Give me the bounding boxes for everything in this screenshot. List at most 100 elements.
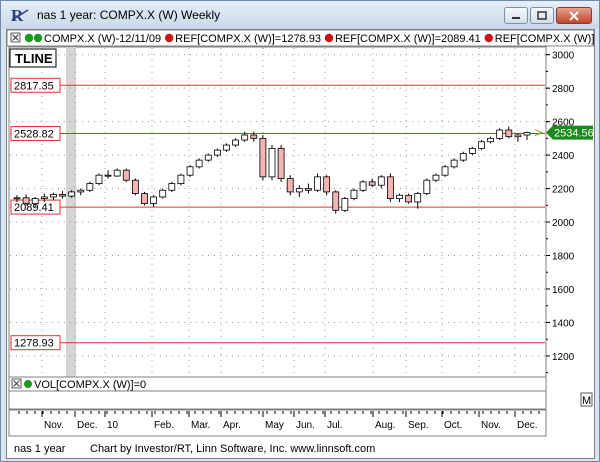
candle-body xyxy=(213,149,221,156)
x-tick-label: Mar. xyxy=(191,420,210,431)
candle-body xyxy=(305,188,312,191)
candle-body xyxy=(432,174,440,181)
price-chart[interactable]: COMPX.X (W)-12/11/09 REF[COMPX.X (W)]=127… xyxy=(7,30,594,458)
candle-body xyxy=(40,196,48,200)
candle-body xyxy=(150,196,158,205)
candle-body xyxy=(459,153,467,161)
selection-band xyxy=(66,47,76,412)
candle-body xyxy=(186,166,194,176)
volume-series-dot xyxy=(24,380,32,388)
y-tick-label: 1400 xyxy=(552,318,575,329)
candle-body xyxy=(377,176,385,186)
candle-body xyxy=(131,179,139,194)
candle-body xyxy=(159,189,167,198)
candle-body xyxy=(31,198,39,205)
y-tick-label: 1200 xyxy=(552,352,575,363)
y-tick-label: 2200 xyxy=(552,185,575,196)
candle-body xyxy=(441,166,449,176)
candle-body xyxy=(168,183,176,191)
volume-close-icon[interactable] xyxy=(11,378,22,389)
footer-credit: Chart by Investor/RT, Linn Software, Inc… xyxy=(90,443,376,455)
window-title: nas 1 year: COMPX.X (W) Weekly xyxy=(37,8,221,22)
y-tick-label: 2800 xyxy=(552,84,575,95)
candle-body xyxy=(77,189,85,193)
candle-body xyxy=(241,134,249,141)
legend-item-2: REF[COMPX.X (W)]=2089.41 xyxy=(335,33,481,45)
legend-item-0: COMPX.X (W)-12/11/09 xyxy=(44,33,161,45)
candle-body xyxy=(50,194,57,198)
candle-body xyxy=(223,144,230,151)
y-tick-label: 3000 xyxy=(552,51,575,62)
status-footer: nas 1 year Chart by Investor/RT, Linn So… xyxy=(10,441,590,459)
candle-body xyxy=(405,194,413,203)
candle-body xyxy=(141,193,148,205)
ref-label-0: 2817.35 xyxy=(14,80,54,92)
minimize-icon xyxy=(512,16,520,19)
legend-dot-1 xyxy=(164,33,174,43)
maximize-button[interactable] xyxy=(530,7,554,24)
x-tick-label: Apr. xyxy=(223,420,241,431)
y-tick-label: 2400 xyxy=(552,151,575,162)
legend-dot-3 xyxy=(484,33,493,43)
x-tick-label: Aug. xyxy=(375,420,396,431)
tline-button[interactable]: TLINE xyxy=(15,51,53,66)
candle-body xyxy=(396,194,403,200)
x-tick-label: May xyxy=(265,420,284,431)
candle-body xyxy=(332,191,340,211)
legend-item-1: REF[COMPX.X (W)]=1278.93 xyxy=(175,33,321,45)
candle-body xyxy=(295,188,303,193)
candle-body xyxy=(259,137,267,178)
candle-body xyxy=(341,198,349,211)
x-tick-label: Jul. xyxy=(327,420,343,431)
legend-dot-2 xyxy=(324,33,334,43)
candle-body xyxy=(450,159,458,168)
legend-dot-0b xyxy=(33,33,43,43)
x-tick-label: Jun. xyxy=(296,420,315,431)
candle-body xyxy=(423,179,431,194)
candle-body xyxy=(232,139,239,146)
plot-area xyxy=(8,46,547,378)
candle-body xyxy=(59,194,66,197)
title-bar[interactable]: R nas 1 year: COMPX.X (W) Weekly xyxy=(1,1,599,29)
candle-body xyxy=(68,191,76,197)
x-tick-label: Oct. xyxy=(444,420,462,431)
candle-body xyxy=(113,169,121,177)
candle-body xyxy=(177,174,185,184)
candle-body xyxy=(505,129,513,138)
candle-body xyxy=(359,181,367,191)
last-price-label: 2534.56 xyxy=(554,128,594,140)
svg-text:R: R xyxy=(11,6,24,24)
ref-label-3: 1278.93 xyxy=(14,338,54,350)
candle-body xyxy=(323,176,331,193)
close-button[interactable] xyxy=(556,7,592,24)
candle-body xyxy=(195,159,203,168)
candle-body xyxy=(350,189,358,200)
chart-window: R nas 1 year: COMPX.X (W) Weekly COMPX.X… xyxy=(0,0,600,462)
legend-item-3: REF[COMPX.X (W)]=2528.82 xyxy=(495,33,594,45)
x-tick-label: Feb. xyxy=(154,420,174,431)
chart-client-area: COMPX.X (W)-12/11/09 REF[COMPX.X (W)]=127… xyxy=(6,29,595,459)
candle-body xyxy=(286,178,294,193)
candle-body xyxy=(268,148,276,178)
candle-body xyxy=(386,176,394,200)
candle-body xyxy=(368,181,376,186)
candle-body xyxy=(22,197,30,205)
close-icon xyxy=(569,10,579,21)
candle-body xyxy=(104,174,112,177)
minimize-button[interactable] xyxy=(504,7,528,24)
candle-body xyxy=(487,137,494,143)
candle-body xyxy=(86,183,94,191)
candle-body xyxy=(277,148,285,179)
m-button[interactable]: M xyxy=(582,395,591,407)
ref-label-1: 2528.82 xyxy=(14,129,54,141)
x-tick-label: Dec. xyxy=(517,420,538,431)
y-axis: 1200140016001800200022002400260028003000 xyxy=(546,51,575,374)
candle-body xyxy=(13,197,21,200)
footer-chart-name: nas 1 year xyxy=(14,443,66,455)
x-tick-label: Nov. xyxy=(481,420,501,431)
candle-body xyxy=(95,174,103,184)
candle-body xyxy=(523,132,531,136)
x-tick-label: 10 xyxy=(107,420,119,431)
legend-dot-0 xyxy=(24,33,34,43)
candle-body xyxy=(204,154,212,161)
